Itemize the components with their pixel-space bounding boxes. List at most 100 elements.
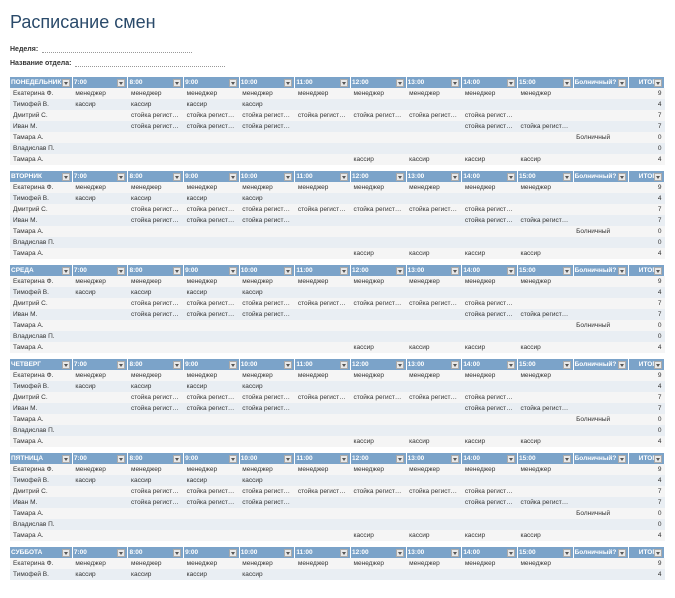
shift-cell[interactable]: менеджер: [406, 464, 462, 475]
shift-cell[interactable]: менеджер: [184, 558, 240, 569]
dropdown-icon[interactable]: [284, 549, 292, 557]
shift-cell[interactable]: [239, 436, 295, 447]
shift-cell[interactable]: стойка регистрации: [184, 403, 240, 414]
shift-cell[interactable]: кассир: [184, 193, 240, 204]
dropdown-icon[interactable]: [229, 455, 237, 463]
shift-cell[interactable]: менеджер: [517, 276, 573, 287]
shift-cell[interactable]: стойка регистрации: [128, 486, 184, 497]
shift-cell[interactable]: [517, 508, 573, 519]
shift-cell[interactable]: менеджер: [406, 182, 462, 193]
time-header[interactable]: 15:00: [517, 265, 573, 276]
shift-cell[interactable]: [517, 569, 573, 580]
shift-cell[interactable]: менеджер: [184, 88, 240, 99]
shift-cell[interactable]: [184, 519, 240, 530]
shift-cell[interactable]: стойка регистрации: [462, 298, 518, 309]
shift-cell[interactable]: менеджер: [128, 182, 184, 193]
dropdown-icon[interactable]: [173, 79, 181, 87]
shift-cell[interactable]: менеджер: [128, 370, 184, 381]
shift-cell[interactable]: кассир: [72, 193, 128, 204]
shift-cell[interactable]: стойка регистрации: [517, 497, 573, 508]
sick-cell[interactable]: Болничный: [573, 132, 629, 143]
shift-cell[interactable]: [517, 519, 573, 530]
dropdown-icon[interactable]: [654, 549, 662, 557]
shift-cell[interactable]: [72, 143, 128, 154]
shift-cell[interactable]: [351, 237, 407, 248]
time-header[interactable]: 15:00: [517, 359, 573, 370]
shift-cell[interactable]: менеджер: [351, 182, 407, 193]
sick-cell[interactable]: [573, 204, 629, 215]
shift-cell[interactable]: кассир: [184, 99, 240, 110]
time-header[interactable]: 12:00: [351, 265, 407, 276]
shift-cell[interactable]: [239, 519, 295, 530]
dropdown-icon[interactable]: [563, 455, 571, 463]
dropdown-icon[interactable]: [229, 79, 237, 87]
time-header[interactable]: 9:00: [184, 171, 240, 182]
shift-cell[interactable]: кассир: [72, 381, 128, 392]
dropdown-icon[interactable]: [117, 173, 125, 181]
shift-cell[interactable]: кассир: [239, 475, 295, 486]
shift-cell[interactable]: [239, 132, 295, 143]
shift-cell[interactable]: менеджер: [462, 370, 518, 381]
sick-cell[interactable]: [573, 182, 629, 193]
shift-cell[interactable]: стойка регистрации: [184, 298, 240, 309]
shift-cell[interactable]: кассир: [351, 436, 407, 447]
dropdown-icon[interactable]: [62, 79, 70, 87]
shift-cell[interactable]: [351, 475, 407, 486]
shift-cell[interactable]: стойка регистрации: [128, 309, 184, 320]
shift-cell[interactable]: [351, 331, 407, 342]
shift-cell[interactable]: стойка регистрации: [239, 497, 295, 508]
shift-cell[interactable]: [462, 331, 518, 342]
shift-cell[interactable]: [295, 248, 351, 259]
dropdown-icon[interactable]: [563, 361, 571, 369]
shift-cell[interactable]: стойка регистрации: [351, 392, 407, 403]
shift-cell[interactable]: [406, 287, 462, 298]
shift-cell[interactable]: [239, 226, 295, 237]
shift-cell[interactable]: [72, 248, 128, 259]
sick-cell[interactable]: [573, 154, 629, 165]
shift-cell[interactable]: [295, 381, 351, 392]
shift-cell[interactable]: стойка регистрации: [184, 204, 240, 215]
shift-cell[interactable]: стойка регистрации: [184, 309, 240, 320]
shift-cell[interactable]: [72, 425, 128, 436]
day-header[interactable]: ПОНЕДЕЛЬНИК: [10, 77, 72, 88]
sick-cell[interactable]: [573, 519, 629, 530]
dropdown-icon[interactable]: [451, 79, 459, 87]
time-header[interactable]: 7:00: [72, 359, 128, 370]
shift-cell[interactable]: кассир: [72, 569, 128, 580]
shift-cell[interactable]: [406, 519, 462, 530]
shift-cell[interactable]: [406, 309, 462, 320]
shift-cell[interactable]: [462, 143, 518, 154]
shift-cell[interactable]: [184, 154, 240, 165]
shift-cell[interactable]: [406, 497, 462, 508]
sick-cell[interactable]: [573, 287, 629, 298]
shift-cell[interactable]: [462, 132, 518, 143]
shift-cell[interactable]: [351, 320, 407, 331]
shift-cell[interactable]: [72, 508, 128, 519]
sick-cell[interactable]: [573, 381, 629, 392]
shift-cell[interactable]: стойка регистрации: [406, 110, 462, 121]
shift-cell[interactable]: кассир: [406, 248, 462, 259]
shift-cell[interactable]: стойка регистрации: [239, 298, 295, 309]
shift-cell[interactable]: стойка регистрации: [239, 403, 295, 414]
shift-cell[interactable]: менеджер: [462, 182, 518, 193]
dropdown-icon[interactable]: [654, 455, 662, 463]
shift-cell[interactable]: [462, 425, 518, 436]
shift-cell[interactable]: [128, 143, 184, 154]
shift-cell[interactable]: стойка регистрации: [462, 204, 518, 215]
time-header[interactable]: 11:00: [295, 453, 351, 464]
dropdown-icon[interactable]: [396, 173, 404, 181]
shift-cell[interactable]: кассир: [128, 287, 184, 298]
shift-cell[interactable]: [462, 475, 518, 486]
time-header[interactable]: 7:00: [72, 265, 128, 276]
shift-cell[interactable]: [406, 193, 462, 204]
dropdown-icon[interactable]: [507, 267, 515, 275]
shift-cell[interactable]: кассир: [462, 154, 518, 165]
shift-cell[interactable]: стойка регистрации: [517, 309, 573, 320]
shift-cell[interactable]: [239, 508, 295, 519]
time-header[interactable]: 10:00: [239, 171, 295, 182]
sick-cell[interactable]: [573, 342, 629, 353]
time-header[interactable]: 11:00: [295, 171, 351, 182]
shift-cell[interactable]: менеджер: [462, 276, 518, 287]
time-header[interactable]: 9:00: [184, 453, 240, 464]
shift-cell[interactable]: [239, 248, 295, 259]
